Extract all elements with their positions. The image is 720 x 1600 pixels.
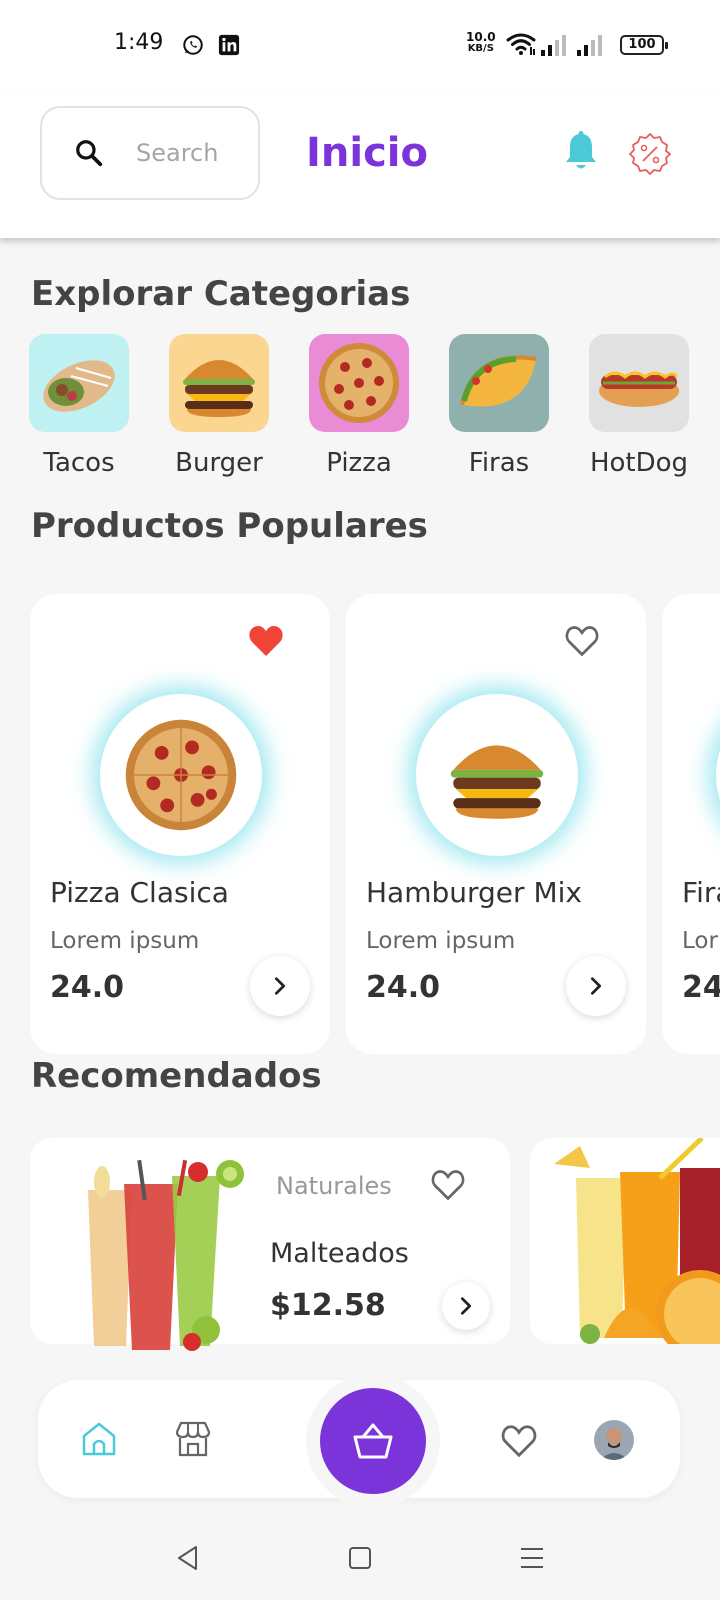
recommended-detail-button[interactable] [442,1282,490,1330]
recommended-card[interactable] [530,1138,720,1344]
product-list: Pizza Clasica Lorem ipsum 24.0 Hamburger… [30,594,720,1054]
status-time: 1:49 [114,30,164,55]
avatar[interactable] [594,1420,634,1460]
category-burger[interactable]: Burger [169,334,269,478]
product-name: Fira [682,876,720,909]
battery-indicator: 100 [620,35,668,55]
category-label: Firas [468,448,530,478]
heart-icon[interactable] [248,624,284,658]
recommended-card[interactable]: Naturales Malteados $12.58 [30,1138,510,1351]
recommended-price: $12.58 [270,1288,386,1323]
category-pizza[interactable]: Pizza [309,334,409,478]
linkedin-icon [218,34,240,56]
smoothies-image [88,1160,244,1351]
chevron-right-icon [274,977,286,995]
app-header: Inicio [0,90,720,238]
taco-image [460,355,537,407]
product-name: Hamburger Mix [366,876,582,909]
back-icon[interactable] [174,1544,202,1572]
category-label: HotDog [589,448,689,478]
discount-badge-icon[interactable] [628,132,672,176]
pizza-image [125,719,237,831]
heart-icon[interactable] [564,624,600,658]
burrito-image [43,360,115,412]
product-image [716,694,720,856]
product-card[interactable]: Pizza Clasica Lorem ipsum 24.0 [30,594,330,1054]
product-price: 24.0 [50,970,125,1005]
recommended-category: Naturales [276,1172,392,1200]
search-box[interactable] [40,106,260,200]
product-detail-button[interactable] [566,956,626,1016]
product-name: Pizza Clasica [50,876,229,909]
category-tacos[interactable]: Tacos [29,334,129,478]
cart-button[interactable] [320,1388,426,1494]
status-bar: 1:49 10.0 KB/S 100 [0,0,720,90]
chevron-right-icon [460,1297,472,1315]
burger-image [450,745,544,819]
product-description: Lorem ipsum [50,928,200,954]
bell-icon[interactable] [562,130,600,174]
basket-icon [353,1423,393,1459]
user-photo [594,1420,634,1460]
category-label: Pizza [326,448,392,478]
hotdog-image [599,371,679,407]
category-list: Tacos Burger Pizza Firas HotDog [29,334,689,478]
chevron-right-icon [590,977,602,995]
product-description: Lor [682,928,718,954]
recommended-title-label: Malteados [270,1238,409,1269]
popular-title: Productos Populares [31,506,428,546]
category-thumb [449,334,549,432]
category-firas[interactable]: Firas [449,334,549,478]
pizza-image [319,343,399,423]
category-hotdog[interactable]: HotDog [589,334,689,478]
whatsapp-icon [183,35,203,55]
juices-image [554,1138,720,1344]
signal-icon [577,35,602,56]
network-speed-unit: KB/S [467,43,494,54]
recommended-title: Recomendados [31,1056,322,1096]
heart-icon[interactable] [500,1422,538,1460]
product-card[interactable]: Fira Lor 24 [662,594,720,1054]
product-description: Lorem ipsum [366,928,516,954]
search-input[interactable] [136,139,246,167]
category-label: Tacos [43,448,115,478]
home-icon[interactable] [80,1420,118,1458]
heart-icon[interactable] [430,1168,466,1202]
product-card[interactable]: Hamburger Mix Lorem ipsum 24.0 [346,594,646,1054]
search-icon [76,140,103,167]
menu-icon[interactable] [518,1544,546,1572]
categories-title: Explorar Categorias [31,274,411,314]
store-icon[interactable] [174,1420,212,1458]
signal-icon [541,35,566,56]
category-thumb [169,334,269,432]
product-detail-button[interactable] [250,956,310,1016]
network-speed-value: 10.0 [466,30,496,44]
network-speed: 10.0 KB/S [466,31,496,55]
system-nav-bar [0,1516,720,1600]
category-thumb [589,334,689,432]
product-image [100,694,262,856]
home-square-icon[interactable] [346,1544,374,1572]
wifi-icon [506,33,536,55]
page-title: Inicio [306,130,428,176]
product-price: 24.0 [366,970,441,1005]
product-price: 24 [682,970,720,1005]
category-thumb [29,334,129,432]
burger-image [183,360,255,417]
category-thumb [309,334,409,432]
product-image [416,694,578,856]
category-label: Burger [175,448,263,478]
recommended-list: Naturales Malteados $12.58 [30,1138,720,1351]
